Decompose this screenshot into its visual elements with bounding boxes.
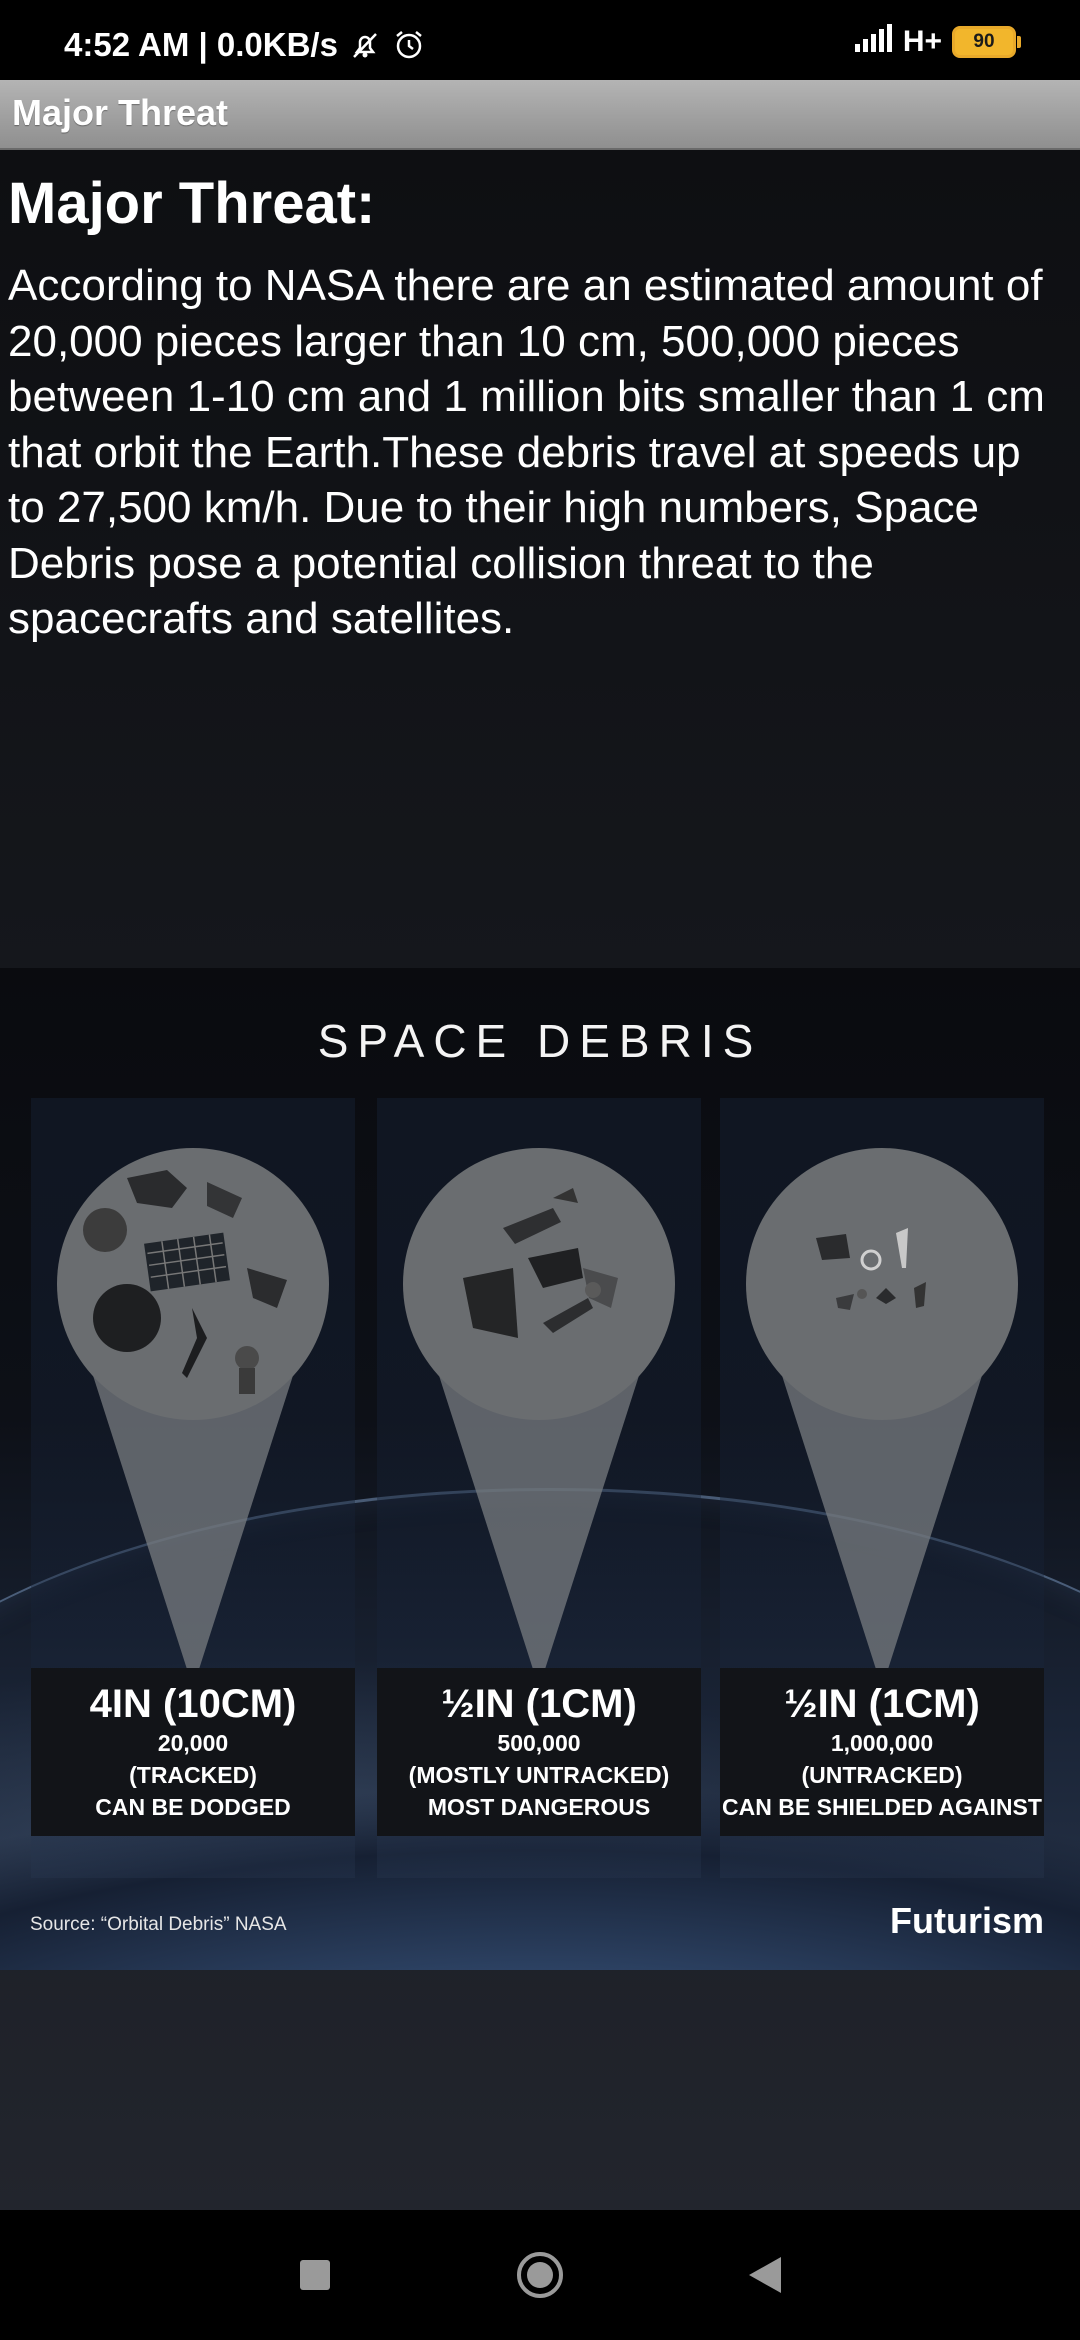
debris-size: ½IN (1CM): [441, 1682, 637, 1726]
medium-debris-illustration: [463, 1188, 618, 1338]
system-nav-bar: [0, 2210, 1080, 2340]
battery-icon: 90: [952, 26, 1021, 58]
futurism-logo: Futurism: [889, 1900, 1044, 1941]
status-time-speed: 4:52 AM | 0.0KB/s: [64, 26, 338, 63]
debris-status: (MOSTLY UNTRACKED): [408, 1762, 670, 1788]
app-bar: Major Threat: [0, 80, 1080, 150]
small-debris-illustration: [816, 1228, 926, 1310]
status-left: 4:52 AM | 0.0KB/s: [64, 26, 426, 64]
home-button[interactable]: [515, 2250, 565, 2300]
alarm-icon: [392, 28, 426, 62]
recent-apps-icon: [300, 2260, 330, 2290]
debris-size: ½IN (1CM): [784, 1682, 980, 1726]
debris-status: (TRACKED): [129, 1762, 257, 1788]
home-icon: [517, 2252, 563, 2298]
debris-panel-medium: ½IN (1CM) 500,000 (MOSTLY UNTRACKED) MOS…: [377, 1098, 701, 1878]
debris-count: 500,000: [497, 1730, 581, 1756]
battery-level: 90: [973, 31, 995, 52]
infographic-source: Source: “Orbital Debris” NASA: [30, 1914, 287, 1935]
large-debris-illustration: [83, 1170, 287, 1394]
infographic-title: SPACE DEBRIS: [317, 1015, 763, 1067]
section-heading: Major Threat:: [8, 171, 376, 236]
debris-count: 1,000,000: [830, 1730, 934, 1756]
article-body: According to NASA there are an estimated…: [8, 261, 1045, 643]
network-type: H+: [902, 25, 942, 58]
debris-size: 4IN (10CM): [89, 1682, 297, 1726]
app-bar-title: Major Threat: [12, 92, 229, 133]
mute-bell-icon: [348, 28, 382, 62]
debris-count: 20,000: [157, 1730, 229, 1756]
space-debris-infographic: SPACE DEBRIS 4IN (10CM) 20,000 (TRACKED): [0, 968, 1080, 1970]
debris-status: (UNTRACKED): [801, 1762, 963, 1788]
status-bar: 4:52 AM | 0.0KB/s H+ 90: [0, 0, 1080, 80]
recent-apps-button[interactable]: [290, 2250, 340, 2300]
status-right: H+ 90: [853, 24, 1021, 60]
debris-panel-large: 4IN (10CM) 20,000 (TRACKED) CAN BE DODGE…: [31, 1098, 355, 1878]
back-button[interactable]: [740, 2250, 790, 2300]
debris-label-small: ½IN (1CM) 1,000,000 (UNTRACKED) CAN BE S…: [720, 1668, 1044, 1836]
back-icon: [749, 2257, 781, 2293]
debris-note: CAN BE SHIELDED AGAINST: [722, 1794, 1042, 1820]
debris-label-large: 4IN (10CM) 20,000 (TRACKED) CAN BE DODGE…: [31, 1668, 355, 1836]
debris-note: MOST DANGEROUS: [427, 1794, 651, 1820]
debris-panel-small: ½IN (1CM) 1,000,000 (UNTRACKED) CAN BE S…: [720, 1098, 1044, 1878]
signal-icon: [853, 24, 893, 60]
debris-note: CAN BE DODGED: [95, 1794, 291, 1820]
debris-label-medium: ½IN (1CM) 500,000 (MOSTLY UNTRACKED) MOS…: [377, 1668, 701, 1836]
content-area[interactable]: Major Threat: According to NASA there ar…: [0, 150, 1080, 2210]
